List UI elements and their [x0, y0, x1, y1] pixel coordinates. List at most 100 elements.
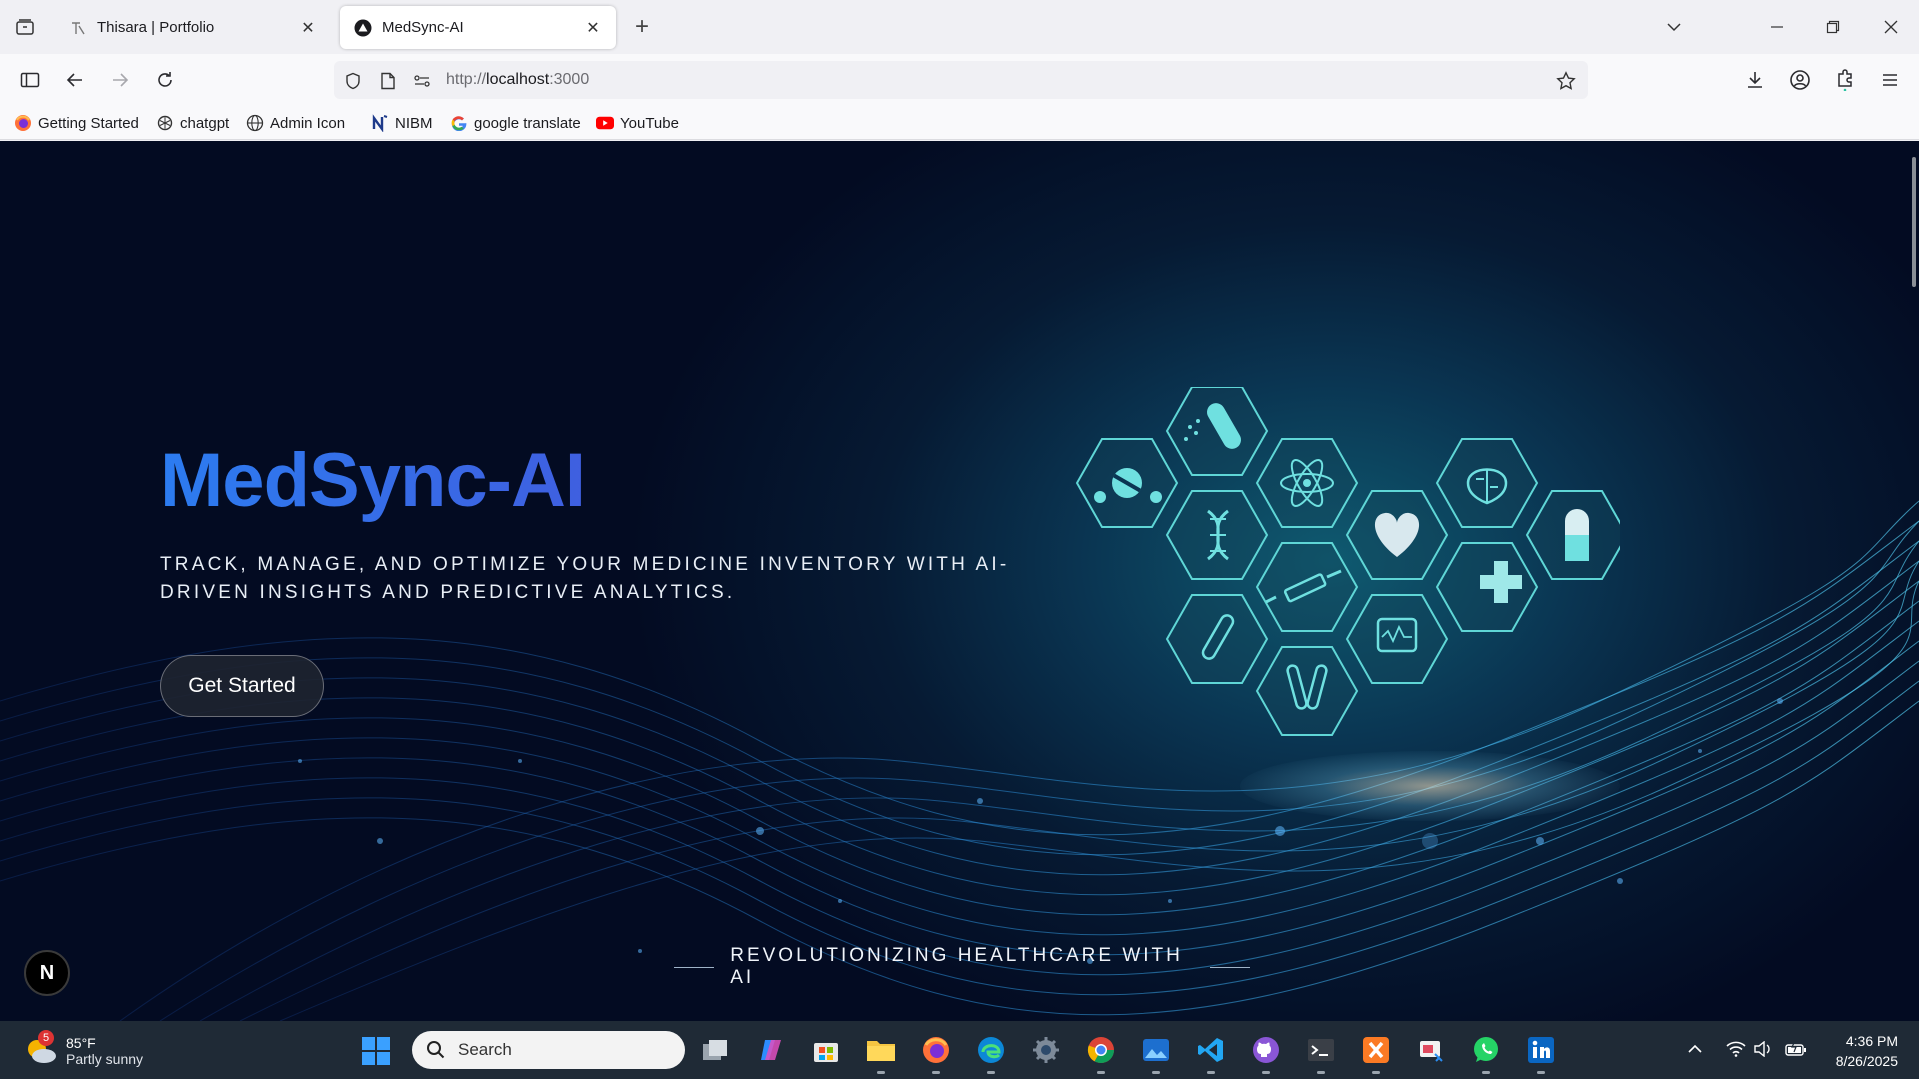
file-explorer-icon[interactable] [865, 1034, 897, 1074]
bookmark-chatgpt[interactable]: chatgpt [156, 113, 229, 133]
system-clock[interactable]: 4:36 PM 8/26/2025 [1818, 1031, 1898, 1071]
chevron-up-icon[interactable] [1684, 1038, 1706, 1060]
partly-sunny-icon: 5 [24, 1030, 58, 1068]
bookmark-label: google translate [474, 114, 581, 132]
hero-subtitle: TRACK, MANAGE, AND OPTIMIZE YOUR MEDICIN… [160, 554, 1010, 603]
google-icon [450, 114, 468, 132]
whatsapp-icon[interactable] [1470, 1034, 1502, 1074]
chevron-down-icon[interactable] [1661, 14, 1687, 40]
url-text[interactable]: http://localhost:3000 [446, 71, 589, 89]
medical-hexagon-illustration [1075, 387, 1620, 736]
close-tab-icon[interactable]: ✕ [299, 19, 317, 37]
tagline-divider [1209, 966, 1250, 968]
tab-portfolio[interactable]: Thisara | Portfolio ✕ [55, 6, 331, 49]
tagline-text: REVOLUTIONIZING HEALTHCARE WITH AI [730, 945, 1183, 988]
firefox-icon [14, 114, 32, 132]
tab-title: MedSync-AI [382, 19, 464, 36]
close-window-icon[interactable] [1878, 14, 1904, 40]
back-arrow-icon[interactable] [62, 67, 88, 93]
running-indicator [1152, 1071, 1160, 1074]
tab-title: Thisara | Portfolio [97, 19, 215, 36]
running-indicator [1372, 1071, 1380, 1074]
vscode-icon[interactable] [1195, 1034, 1227, 1074]
battery-icon[interactable] [1785, 1038, 1807, 1060]
firefox-taskbar-icon[interactable] [920, 1034, 952, 1074]
browser-tab-bar: Thisara | Portfolio ✕ MedSync-AI ✕ + [0, 0, 1919, 54]
downloads-icon[interactable] [1742, 67, 1768, 93]
clock-time: 4:36 PM [1845, 1033, 1898, 1049]
extensions-icon[interactable] [1832, 67, 1858, 93]
reload-icon[interactable] [152, 67, 178, 93]
hex-syringe [1255, 542, 1359, 632]
github-desktop-icon[interactable] [1250, 1034, 1282, 1074]
xampp-icon[interactable] [1360, 1034, 1392, 1074]
shield-icon[interactable] [343, 71, 363, 91]
bookmark-label: YouTube [620, 114, 679, 132]
volume-icon[interactable] [1752, 1038, 1774, 1060]
hex-test-tubes [1255, 646, 1359, 736]
bookmark-google-translate[interactable]: google translate [450, 113, 581, 133]
tab-medsync[interactable]: MedSync-AI ✕ [340, 6, 616, 49]
permissions-icon[interactable] [412, 71, 432, 91]
sidebar-toggle-icon[interactable] [17, 67, 43, 93]
get-started-button[interactable]: Get Started [160, 655, 324, 717]
running-indicator [987, 1071, 995, 1074]
bookmarks-bar: Getting Started chatgpt Admin Icon NIBM … [0, 106, 1919, 140]
minimize-icon[interactable] [1764, 14, 1790, 40]
microsoft-store-icon[interactable] [810, 1034, 842, 1066]
chatgpt-icon [156, 114, 174, 132]
tab-list-icon[interactable] [12, 14, 38, 40]
windows-start-icon[interactable] [362, 1037, 390, 1065]
snipping-tool-icon[interactable] [1415, 1034, 1447, 1066]
photos-icon[interactable] [1140, 1034, 1172, 1074]
running-indicator [1097, 1071, 1105, 1074]
nibm-icon [371, 114, 389, 132]
task-view-icon[interactable] [700, 1034, 732, 1066]
bookmark-nibm[interactable]: NIBM [371, 113, 433, 133]
new-tab-button[interactable]: + [630, 15, 654, 40]
wifi-icon[interactable] [1725, 1038, 1747, 1060]
forward-arrow-icon[interactable] [107, 67, 133, 93]
taskbar-search[interactable]: Search [412, 1031, 685, 1069]
page-icon[interactable] [378, 71, 398, 91]
edge-icon[interactable] [975, 1034, 1007, 1074]
chrome-icon[interactable] [1085, 1034, 1117, 1074]
bookmark-youtube[interactable]: YouTube [596, 113, 679, 133]
account-icon[interactable] [1787, 67, 1813, 93]
close-tab-icon[interactable]: ✕ [584, 19, 602, 37]
clock-date: 8/26/2025 [1835, 1053, 1898, 1069]
globe-icon [246, 114, 264, 132]
running-indicator [1207, 1071, 1215, 1074]
medsync-favicon-icon [354, 19, 372, 37]
tagline-divider [674, 966, 715, 968]
light-glow [1240, 751, 1620, 821]
bookmark-label: chatgpt [180, 114, 230, 132]
copilot-icon[interactable] [755, 1034, 787, 1066]
bookmark-getting-started[interactable]: Getting Started [14, 113, 139, 133]
browser-toolbar: http://localhost:3000 [0, 54, 1919, 106]
weather-widget[interactable]: 5 85°F Partly sunny [24, 1030, 144, 1071]
bookmark-admin-icon[interactable]: Admin Icon [246, 113, 345, 133]
address-bar[interactable]: http://localhost:3000 [334, 61, 1588, 99]
youtube-icon [596, 114, 614, 132]
windows-taskbar: 5 85°F Partly sunny Search 4:36 PM 8/26/… [0, 1021, 1919, 1079]
running-indicator [877, 1071, 885, 1074]
bookmark-label: NIBM [395, 114, 433, 132]
restore-icon[interactable] [1820, 14, 1846, 40]
menu-hamburger-icon[interactable] [1877, 67, 1903, 93]
weather-desc: Partly sunny [66, 1051, 144, 1067]
hex-thermometer [1165, 594, 1269, 684]
settings-gear-icon[interactable] [1030, 1034, 1062, 1066]
running-indicator [1482, 1071, 1490, 1074]
search-placeholder: Search [458, 1040, 512, 1059]
bookmark-star-icon[interactable] [1556, 71, 1576, 91]
bookmark-label: Getting Started [38, 114, 139, 132]
page-scrollbar[interactable] [1912, 157, 1916, 287]
weather-temp: 85°F [66, 1035, 96, 1051]
linkedin-icon[interactable] [1525, 1034, 1557, 1074]
terminal-icon[interactable] [1305, 1034, 1337, 1074]
bookmark-label: Admin Icon [270, 114, 346, 132]
running-indicator [1317, 1071, 1325, 1074]
nextjs-dev-badge-icon[interactable]: N [24, 950, 70, 996]
running-indicator [1262, 1071, 1270, 1074]
